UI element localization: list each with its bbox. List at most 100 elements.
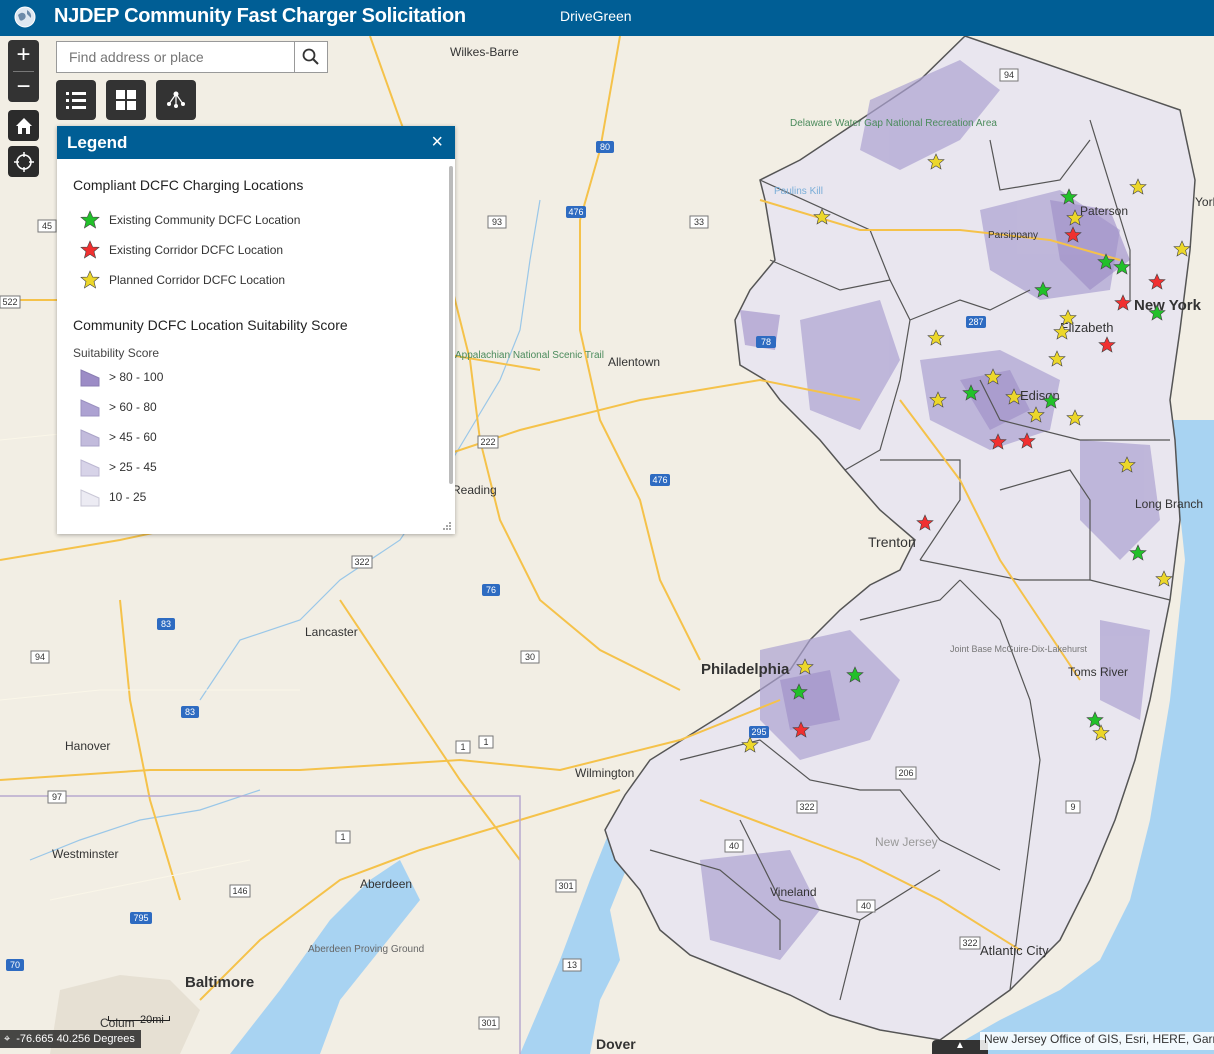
suitability-score-label: Suitability Score xyxy=(73,346,160,360)
legend-title: Legend xyxy=(67,133,128,152)
legend-class-label: > 45 - 60 xyxy=(109,430,157,444)
svg-text:1: 1 xyxy=(340,832,345,842)
legend-class-80-100: > 80 - 100 xyxy=(79,365,163,389)
legend-item-label: Planned Corridor DCFC Location xyxy=(109,273,286,287)
svg-text:70: 70 xyxy=(10,960,20,970)
legend-class-label: 10 - 25 xyxy=(109,490,147,504)
svg-text:287: 287 xyxy=(968,317,983,327)
svg-text:Paterson: Paterson xyxy=(1080,204,1128,218)
svg-text:795: 795 xyxy=(133,913,148,923)
attribution: New Jersey Office of GIS, Esri, HERE, Ga… xyxy=(980,1032,1214,1050)
svg-text:Reading: Reading xyxy=(452,483,497,497)
svg-text:New Jersey: New Jersey xyxy=(875,835,938,849)
coordinate-readout: ⌖ -76.665 40.256 Degrees xyxy=(0,1030,141,1048)
svg-text:Parsippany: Parsippany xyxy=(988,230,1038,241)
app-title: NJDEP Community Fast Charger Solicitatio… xyxy=(54,5,466,27)
scale-label: 20mi xyxy=(140,1014,164,1026)
svg-text:Allentown: Allentown xyxy=(608,355,660,369)
svg-text:93: 93 xyxy=(492,217,502,227)
legend-section-suitability: Community DCFC Location Suitability Scor… xyxy=(73,317,348,333)
svg-text:Philadelphia: Philadelphia xyxy=(701,661,790,678)
svg-text:Delaware Water Gap National Re: Delaware Water Gap National Recreation A… xyxy=(790,118,997,129)
legend-class-label: > 80 - 100 xyxy=(109,370,164,384)
scale-bar: 20mi xyxy=(108,1014,170,1026)
svg-text:Toms River: Toms River xyxy=(1068,665,1128,679)
svg-text:78: 78 xyxy=(761,337,771,347)
legend-class-label: > 25 - 45 xyxy=(109,460,157,474)
legend-close-button[interactable]: × xyxy=(431,131,443,154)
svg-text:Long Branch: Long Branch xyxy=(1135,497,1203,511)
svg-text:322: 322 xyxy=(354,557,369,567)
svg-text:146: 146 xyxy=(232,886,247,896)
svg-text:301: 301 xyxy=(558,881,573,891)
svg-text:522: 522 xyxy=(2,297,17,307)
svg-text:94: 94 xyxy=(35,652,45,662)
legend-class-45-60: > 45 - 60 xyxy=(79,425,157,449)
svg-text:Aberdeen: Aberdeen xyxy=(360,877,412,891)
legend-item-existing-community: Existing Community DCFC Location xyxy=(79,208,300,232)
svg-text:83: 83 xyxy=(161,619,171,629)
svg-text:76: 76 xyxy=(486,585,496,595)
svg-text:Westminster: Westminster xyxy=(52,847,118,861)
app-subtitle[interactable]: DriveGreen xyxy=(560,8,632,24)
zoom-out-button[interactable]: − xyxy=(8,72,39,102)
svg-text:94: 94 xyxy=(1004,70,1014,80)
svg-text:Wilkes-Barre: Wilkes-Barre xyxy=(450,45,519,59)
legend-item-planned-corridor: Planned Corridor DCFC Location xyxy=(79,268,285,292)
svg-text:322: 322 xyxy=(962,938,977,948)
basemap-gallery-button[interactable] xyxy=(106,80,146,120)
swatch-icon xyxy=(80,429,100,447)
swatch-icon xyxy=(80,399,100,417)
svg-text:45: 45 xyxy=(42,221,52,231)
legend-section-charging: Compliant DCFC Charging Locations xyxy=(73,177,304,193)
svg-text:9: 9 xyxy=(1070,802,1075,812)
svg-text:Appalachian National Scenic Tr: Appalachian National Scenic Trail xyxy=(455,350,604,361)
list-icon xyxy=(66,92,86,109)
svg-text:1: 1 xyxy=(460,742,465,752)
svg-text:Lancaster: Lancaster xyxy=(305,625,358,639)
home-icon xyxy=(15,117,32,134)
home-button[interactable] xyxy=(8,110,39,141)
legend-panel: Legend × Compliant DCFC Charging Locatio… xyxy=(57,126,455,534)
locate-button[interactable] xyxy=(8,146,39,177)
search-box xyxy=(56,41,328,73)
svg-text:80: 80 xyxy=(600,142,610,152)
legend-item-label: Existing Corridor DCFC Location xyxy=(109,243,284,257)
svg-text:York: York xyxy=(1195,195,1214,209)
svg-text:83: 83 xyxy=(185,707,195,717)
svg-text:Wilmington: Wilmington xyxy=(575,766,634,780)
search-button[interactable] xyxy=(294,42,327,72)
yellow-star-icon xyxy=(80,270,100,289)
legend-header: Legend × xyxy=(57,126,455,159)
svg-text:97: 97 xyxy=(52,792,62,802)
svg-text:Joint Base McGuire-Dix-Lakehur: Joint Base McGuire-Dix-Lakehurst xyxy=(950,644,1088,654)
legend-toggle-button[interactable] xyxy=(56,80,96,120)
svg-text:40: 40 xyxy=(729,841,739,851)
legend-item-existing-corridor: Existing Corridor DCFC Location xyxy=(79,238,283,262)
share-icon xyxy=(167,91,185,108)
svg-text:40: 40 xyxy=(861,901,871,911)
legend-item-label: Existing Community DCFC Location xyxy=(109,213,301,227)
legend-class-10-25: 10 - 25 xyxy=(79,485,146,509)
coordinate-text: -76.665 40.256 Degrees xyxy=(16,1033,135,1045)
green-star-icon xyxy=(80,210,100,229)
svg-text:Atlantic City: Atlantic City xyxy=(980,943,1049,958)
search-input[interactable] xyxy=(57,42,295,72)
legend-class-label: > 60 - 80 xyxy=(109,400,157,414)
svg-text:New York: New York xyxy=(1134,297,1202,314)
zoom-in-button[interactable]: + xyxy=(8,40,39,70)
svg-text:30: 30 xyxy=(525,652,535,662)
svg-text:295: 295 xyxy=(751,727,766,737)
svg-text:301: 301 xyxy=(481,1018,496,1028)
svg-text:Hanover: Hanover xyxy=(65,739,110,753)
svg-text:322: 322 xyxy=(799,802,814,812)
resize-handle-icon[interactable] xyxy=(442,521,452,531)
svg-text:13: 13 xyxy=(567,960,577,970)
share-button[interactable] xyxy=(156,80,196,120)
legend-scrollbar[interactable] xyxy=(449,166,453,484)
legend-class-25-45: > 25 - 45 xyxy=(79,455,157,479)
globe-icon xyxy=(14,6,36,28)
grid-icon xyxy=(116,90,136,110)
svg-text:476: 476 xyxy=(568,207,583,217)
app-header: NJDEP Community Fast Charger Solicitatio… xyxy=(0,0,1214,36)
